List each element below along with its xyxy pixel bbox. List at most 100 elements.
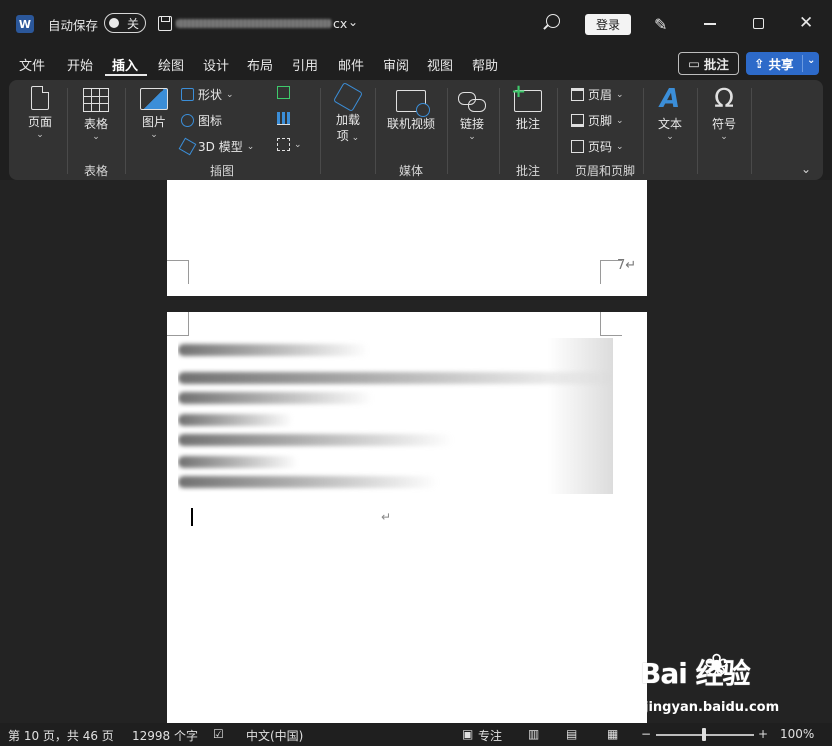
video-icon (396, 90, 430, 117)
share-button[interactable]: ⇪ 共享 ⌄ (746, 52, 819, 75)
proofing-icon[interactable]: ☑ (213, 727, 224, 741)
chevron-down-icon[interactable]: ⌄ (807, 55, 815, 66)
share-icon: ⇪ (754, 56, 765, 71)
table-button[interactable]: 表格 ⌄ (81, 88, 111, 142)
smartart-button[interactable] (277, 86, 290, 99)
tab-layout[interactable]: 布局 (247, 55, 273, 74)
group-label-illustrations: 插图 (209, 164, 234, 178)
page-number-button[interactable]: 页码 ⌄ (571, 138, 624, 155)
redacted-line (178, 372, 613, 384)
comments-button[interactable]: ▭ 批注 (678, 52, 739, 75)
symbols-label: 符号 (711, 117, 736, 131)
margin-corner (167, 260, 189, 284)
group-separator (557, 88, 558, 174)
group-label-header-footer: 页眉和页脚 (574, 164, 635, 178)
zoom-level[interactable]: 100% (780, 727, 814, 741)
document-canvas[interactable]: 7↵ ↵ (0, 180, 832, 723)
search-icon[interactable] (546, 14, 560, 28)
chevron-down-icon: ⌄ (616, 141, 624, 152)
screenshot-button[interactable]: ⌄ (277, 138, 302, 151)
focus-icon[interactable]: ▣ (462, 727, 473, 741)
pictures-label: 图片 (141, 115, 166, 129)
watermark-url: jingyan.baidu.com (644, 700, 780, 715)
read-mode-icon[interactable]: ▥ (528, 727, 539, 741)
redacted-image[interactable] (178, 338, 613, 494)
focus-label[interactable]: 专注 (478, 727, 502, 744)
tab-references[interactable]: 引用 (292, 55, 318, 74)
addins-button[interactable]: 加载 项 ⌄ (331, 81, 365, 144)
close-icon[interactable]: ✕ (799, 13, 813, 33)
pictures-button[interactable]: 图片 ⌄ (139, 88, 169, 140)
group-separator (751, 88, 752, 174)
screenshot-icon (277, 138, 290, 151)
pages-button[interactable]: 页面 ⌄ (25, 86, 55, 140)
page-info[interactable]: 第 10 页，共 46 页 (8, 727, 114, 744)
footer-button[interactable]: 页脚 ⌄ (571, 112, 624, 129)
redacted-line (178, 456, 298, 468)
autosave-toggle[interactable]: 关 (104, 13, 146, 33)
group-label-comments: 批注 (515, 164, 540, 178)
addins-icon (332, 81, 364, 113)
text-button[interactable]: A 文本 ⌄ (653, 86, 687, 142)
share-divider (802, 55, 803, 72)
toggle-knob (109, 18, 119, 28)
new-comment-icon (511, 81, 542, 112)
tab-help[interactable]: 帮助 (472, 55, 498, 74)
footer-icon (571, 114, 584, 127)
chevron-down-icon: ⌄ (294, 139, 302, 150)
header-button[interactable]: 页眉 ⌄ (571, 86, 624, 103)
redacted-line (178, 476, 438, 488)
zoom-out-icon[interactable]: − (641, 727, 651, 741)
ribbon-display-options-icon[interactable]: ⌄ (801, 162, 811, 176)
group-separator (499, 88, 500, 174)
chevron-down-icon[interactable]: ⌄ (348, 15, 358, 29)
login-button[interactable]: 登录 (585, 14, 631, 35)
word-count[interactable]: 12998 个字 (132, 727, 198, 744)
designer-pen-icon[interactable]: ✎ (654, 15, 667, 34)
document-page[interactable]: 7↵ (167, 180, 647, 296)
chevron-down-icon: ⌄ (246, 141, 255, 152)
tab-file[interactable]: 文件 (19, 55, 45, 74)
group-separator (447, 88, 448, 174)
text-icon: A (659, 84, 681, 114)
filename-suffix[interactable]: cx (333, 16, 347, 31)
online-video-button[interactable]: 联机视频 (383, 90, 439, 132)
tab-view[interactable]: 视图 (427, 55, 453, 74)
header-icon (571, 88, 584, 101)
save-icon[interactable] (158, 16, 172, 31)
web-layout-icon[interactable]: ▦ (607, 727, 618, 741)
tab-review[interactable]: 审阅 (383, 55, 409, 74)
tab-home[interactable]: 开始 (67, 55, 93, 74)
maximize-icon[interactable] (753, 18, 764, 29)
icons-button[interactable]: 图标 (181, 112, 222, 129)
symbols-button[interactable]: Ω 符号 ⌄ (707, 86, 741, 142)
title-bar: W 自动保存 关 cx ⌄ 登录 ✎ ✕ (0, 0, 832, 48)
baidu-paw-icon: ❀ (704, 648, 730, 683)
chevron-down-icon: ⌄ (150, 130, 158, 140)
language-indicator[interactable]: 中文(中国) (246, 727, 303, 744)
link-icon (458, 90, 486, 112)
footer-label: 页脚 (588, 114, 613, 128)
new-comment-button[interactable]: 批注 (511, 81, 545, 132)
page-icon (31, 86, 49, 110)
share-button-label: 共享 (768, 57, 794, 72)
tab-mailings[interactable]: 邮件 (338, 55, 364, 74)
tab-insert[interactable]: 插入 (112, 55, 138, 74)
link-button[interactable]: 链接 ⌄ (455, 90, 489, 142)
filename-redacted[interactable] (176, 19, 332, 28)
comments-button-label: 批注 (703, 57, 729, 72)
tab-draw[interactable]: 绘图 (158, 55, 184, 74)
shapes-button[interactable]: 形状 ⌄ (181, 86, 234, 103)
print-layout-icon[interactable]: ▤ (566, 727, 577, 741)
zoom-in-icon[interactable]: + (758, 727, 768, 741)
minimize-icon[interactable] (704, 23, 716, 25)
table-icon (83, 88, 109, 112)
comment-icon: ▭ (688, 56, 700, 71)
document-page-current[interactable]: ↵ (167, 312, 647, 723)
addins-label-line1: 加载 (335, 113, 360, 127)
zoom-slider-thumb[interactable] (702, 728, 706, 741)
tab-design[interactable]: 设计 (203, 55, 229, 74)
group-separator (320, 88, 321, 174)
3d-models-button[interactable]: 3D 模型 ⌄ (178, 137, 255, 156)
chart-button[interactable] (277, 112, 290, 125)
